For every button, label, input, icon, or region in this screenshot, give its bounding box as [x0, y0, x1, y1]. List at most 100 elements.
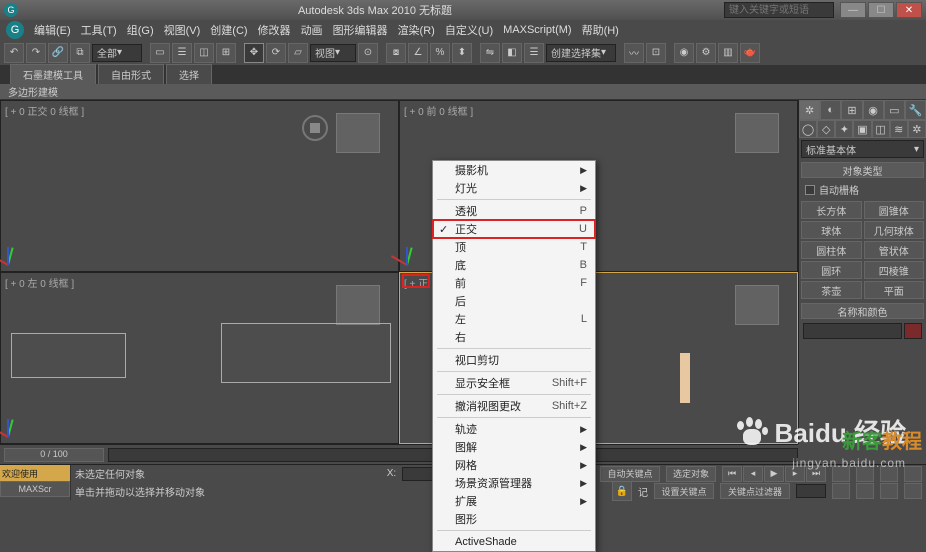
min-max-toggle-button[interactable] — [904, 483, 922, 499]
menu-modifiers[interactable]: 修改器 — [258, 22, 291, 38]
zoom-button[interactable] — [832, 466, 850, 482]
motion-tab[interactable]: ◉ — [863, 100, 884, 120]
menu-view[interactable]: 视图(V) — [164, 22, 201, 38]
object-color-swatch[interactable] — [904, 323, 922, 339]
ctx-item[interactable]: 扩展▶ — [433, 492, 595, 510]
maximize-button[interactable]: ☐ — [868, 2, 894, 18]
primitive-button[interactable]: 茶壶 — [801, 281, 862, 299]
window-crossing-button[interactable]: ⊞ — [216, 43, 236, 63]
ctx-item[interactable]: 透视P — [433, 202, 595, 220]
ctx-item[interactable]: 轨迹▶ — [433, 420, 595, 438]
viewcube-icon[interactable] — [735, 113, 779, 153]
category-dropdown[interactable]: 标准基本体▾ — [801, 140, 924, 158]
utilities-tab[interactable]: 🔧 — [905, 100, 926, 120]
keyfilter-button[interactable]: 关键点过滤器 — [720, 483, 790, 499]
refcoord-dropdown[interactable]: 视图 ▾ — [310, 44, 356, 62]
ctx-item[interactable]: 网格▶ — [433, 456, 595, 474]
layers-button[interactable]: ☰ — [524, 43, 544, 63]
redo-button[interactable]: ↷ — [26, 43, 46, 63]
hierarchy-tab[interactable]: ⊞ — [841, 100, 862, 120]
zoom-all-button[interactable] — [856, 466, 874, 482]
render-button[interactable]: 🫖 — [740, 43, 760, 63]
ctx-item[interactable]: 顶T — [433, 238, 595, 256]
display-tab[interactable]: ▭ — [884, 100, 905, 120]
setkey-button[interactable]: 设置关键点 — [654, 483, 714, 499]
primitive-button[interactable]: 圆柱体 — [801, 241, 862, 259]
ctx-item[interactable]: 摄影机▶ — [433, 161, 595, 179]
next-frame-button[interactable]: ▸ — [785, 466, 805, 482]
unlink-button[interactable]: ⧉ — [70, 43, 90, 63]
percent-snap-button[interactable]: % — [430, 43, 450, 63]
ctx-item[interactable]: 场景资源管理器▶ — [433, 474, 595, 492]
object-primitive[interactable] — [680, 353, 690, 403]
spinner-snap-button[interactable]: ⬍ — [452, 43, 472, 63]
primitive-button[interactable]: 圆环 — [801, 261, 862, 279]
primitive-button[interactable]: 球体 — [801, 221, 862, 239]
material-editor-button[interactable]: ◉ — [674, 43, 694, 63]
render-frame-button[interactable]: ▥ — [718, 43, 738, 63]
move-button[interactable]: ✥ — [244, 43, 264, 63]
named-selection-dropdown[interactable]: 创建选择集 ▾ — [546, 44, 616, 62]
ribbon-tab-selection[interactable]: 选择 — [166, 64, 212, 84]
zoom-extents-button[interactable] — [880, 466, 898, 482]
primitive-button[interactable]: 四棱锥 — [864, 261, 925, 279]
viewport-label[interactable]: [ + 0 前 0 线框 ] — [404, 103, 473, 118]
select-button[interactable]: ▭ — [150, 43, 170, 63]
ctx-item[interactable]: 底B — [433, 256, 595, 274]
close-button[interactable]: ✕ — [896, 2, 922, 18]
minimize-button[interactable]: — — [840, 2, 866, 18]
selection-filter-dropdown[interactable]: 全部 ▾ — [92, 44, 142, 62]
ctx-item[interactable]: 后 — [433, 292, 595, 310]
snap-button[interactable]: ⧇ — [386, 43, 406, 63]
shapes-subtab[interactable]: ◇ — [817, 120, 835, 138]
fov-button[interactable] — [904, 466, 922, 482]
helpers-subtab[interactable]: ◫ — [872, 120, 890, 138]
lights-subtab[interactable]: ✦ — [835, 120, 853, 138]
rollout-name-color[interactable]: 名称和颜色 — [801, 303, 924, 319]
ctx-item[interactable]: ActiveShade — [433, 533, 595, 551]
ctx-item[interactable]: 左L — [433, 310, 595, 328]
pan-button[interactable] — [832, 483, 850, 499]
modify-tab[interactable]: ◐ — [820, 100, 841, 120]
menu-help[interactable]: 帮助(H) — [582, 22, 619, 38]
ribbon-tab-graphite[interactable]: 石墨建模工具 — [10, 64, 96, 84]
menu-tools[interactable]: 工具(T) — [81, 22, 117, 38]
primitive-button[interactable]: 长方体 — [801, 201, 862, 219]
mirror-button[interactable]: ⇋ — [480, 43, 500, 63]
menu-maxscript[interactable]: MAXScript(M) — [503, 24, 571, 36]
primitive-button[interactable]: 圆锥体 — [864, 201, 925, 219]
render-setup-button[interactable]: ⚙ — [696, 43, 716, 63]
help-search-input[interactable] — [724, 2, 834, 18]
cameras-subtab[interactable]: ▣ — [853, 120, 871, 138]
maxscript-listener-button[interactable]: MAXScr — [0, 481, 70, 497]
selected-button[interactable]: 选定对象 — [666, 466, 716, 482]
ctx-item[interactable]: 视口剪切 — [433, 351, 595, 369]
goto-start-button[interactable]: ⏮ — [722, 466, 742, 482]
current-frame-input[interactable] — [796, 484, 826, 498]
viewport-top-left[interactable]: [ + 0 正交 0 线框 ] — [0, 100, 399, 272]
pivot-button[interactable]: ⊙ — [358, 43, 378, 63]
ctx-item[interactable]: 灯光▶ — [433, 179, 595, 197]
primitive-button[interactable]: 平面 — [864, 281, 925, 299]
undo-button[interactable]: ↶ — [4, 43, 24, 63]
menu-create[interactable]: 创建(C) — [210, 22, 247, 38]
rotate-button[interactable]: ⟳ — [266, 43, 286, 63]
viewport-label[interactable]: [ + 0 左 0 线框 ] — [5, 275, 74, 290]
primitive-button[interactable]: 几何球体 — [864, 221, 925, 239]
ctx-item[interactable]: 右 — [433, 328, 595, 346]
menu-customize[interactable]: 自定义(U) — [445, 22, 493, 38]
autokey-button[interactable]: 自动关键点 — [600, 466, 660, 482]
menu-animation[interactable]: 动画 — [301, 22, 323, 38]
systems-subtab[interactable]: ✲ — [908, 120, 926, 138]
scale-button[interactable]: ▱ — [288, 43, 308, 63]
prev-frame-button[interactable]: ◂ — [743, 466, 763, 482]
arc-rotate-button[interactable] — [856, 483, 874, 499]
maximize-viewport-button[interactable] — [880, 483, 898, 499]
viewport-label[interactable]: [ + 0 正交 0 线框 ] — [5, 103, 84, 118]
select-region-button[interactable]: ◫ — [194, 43, 214, 63]
play-button[interactable]: ▶ — [764, 466, 784, 482]
ctx-item[interactable]: 显示安全框Shift+F — [433, 374, 595, 392]
viewport-bottom-left[interactable]: [ + 0 左 0 线框 ] — [0, 272, 399, 444]
menu-edit[interactable]: 编辑(E) — [34, 22, 71, 38]
ctx-item[interactable]: 前F — [433, 274, 595, 292]
